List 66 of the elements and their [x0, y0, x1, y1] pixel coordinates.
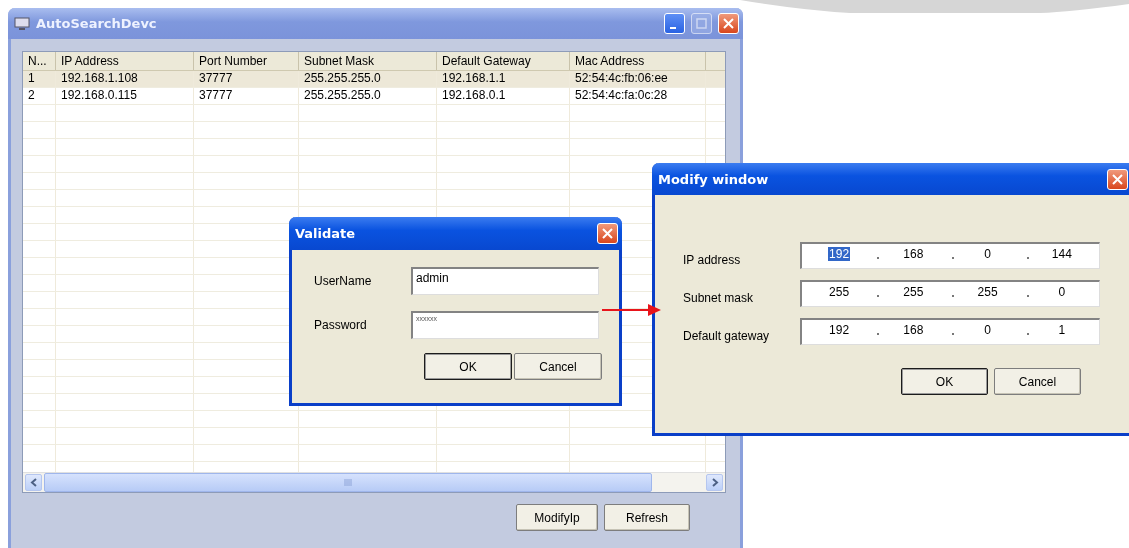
monitor-icon [14, 16, 30, 31]
field-label: UserName [314, 274, 373, 288]
column-header[interactable]: Default Gateway [437, 52, 570, 70]
field-label: Password [314, 318, 368, 332]
field-label: Subnet mask [683, 290, 755, 305]
ok-button[interactable]: OK [424, 353, 512, 380]
ip-octet: 192 [828, 323, 851, 337]
cancel-button[interactable]: Cancel [514, 353, 602, 380]
chevron-right-icon [710, 478, 719, 487]
column-header[interactable]: IP Address [56, 52, 194, 70]
ip-address-field[interactable]: 255 255 255 0 [800, 280, 1100, 307]
ip-octet: 255 [902, 285, 925, 299]
arrow [602, 302, 662, 318]
table-cell: 192.168.1.1 [437, 71, 570, 87]
table-cell: 192.168.0.115 [56, 88, 194, 104]
modify-ip-button[interactable]: ModifyIp [516, 504, 598, 531]
device-row[interactable]: 2 192.168.0.115 37777 255.255.255.0 192.168.0.1 52:54:4c:fa:0c:28 [23, 88, 725, 105]
close-button[interactable] [597, 223, 618, 244]
cancel-button[interactable]: Cancel [994, 368, 1081, 395]
ip-address-field[interactable]: 192 168 0 1 [800, 318, 1100, 345]
close-icon [602, 228, 613, 239]
table-cell: 255.255.255.0 [299, 71, 437, 87]
close-button[interactable] [1107, 168, 1128, 190]
ip-octet: 0 [1057, 285, 1067, 299]
scroll-left-button[interactable] [25, 474, 42, 491]
ip-octet: 168 [902, 247, 925, 261]
table-cell: 52:54:4c:fb:06:ee [570, 71, 706, 87]
table-cell: 192.168.0.1 [437, 88, 570, 104]
ip-octet: 168 [902, 323, 925, 337]
window-title: AutoSearchDevc [36, 16, 158, 31]
ip-octet: 192 [828, 247, 851, 261]
column-header[interactable]: Port Number [194, 52, 299, 70]
table-cell: 1 [23, 71, 56, 87]
ip-octet: 0 [983, 247, 992, 261]
close-icon [1112, 173, 1123, 185]
field-label: IP address [683, 252, 742, 267]
ip-octet: 255 [976, 285, 999, 299]
device-row[interactable]: 1 192.168.1.108 37777 255.255.255.0 192.168.1.1 52:54:4c:fb:06:ee [23, 71, 725, 88]
column-header[interactable]: Mac Address [570, 52, 706, 70]
table-cell: 37777 [194, 88, 299, 104]
dialog-title: Validate [295, 226, 357, 241]
minimize-icon [670, 26, 676, 29]
refresh-button[interactable]: Refresh [604, 504, 690, 531]
column-header[interactable]: N... [23, 52, 56, 70]
table-cell: 192.168.1.108 [56, 71, 194, 87]
close-icon [723, 18, 734, 29]
scroll-right-button[interactable] [706, 474, 723, 491]
ip-octet: 144 [1050, 247, 1073, 261]
chevron-left-icon [29, 478, 38, 487]
dialog-title: Modify window [658, 171, 770, 187]
column-header[interactable]: Subnet Mask [299, 52, 437, 70]
ok-button[interactable]: OK [901, 368, 988, 395]
maximize-icon [696, 18, 707, 29]
ip-octet: 255 [828, 285, 851, 299]
table-cell: 37777 [194, 71, 299, 87]
close-button[interactable] [718, 13, 739, 34]
table-cell: 2 [23, 88, 56, 104]
table-cell: 255.255.255.0 [299, 88, 437, 104]
minimize-button[interactable] [664, 13, 685, 34]
field-label: Default gateway [683, 328, 771, 343]
table-cell: 52:54:4c:fa:0c:28 [570, 88, 706, 104]
ip-octet: 1 [1057, 323, 1067, 337]
username-field[interactable]: admin [411, 267, 599, 295]
ip-address-field[interactable]: 192 168 0 144 [800, 242, 1100, 269]
ip-octet: 0 [983, 323, 992, 337]
scrollbar-thumb[interactable] [44, 473, 652, 492]
